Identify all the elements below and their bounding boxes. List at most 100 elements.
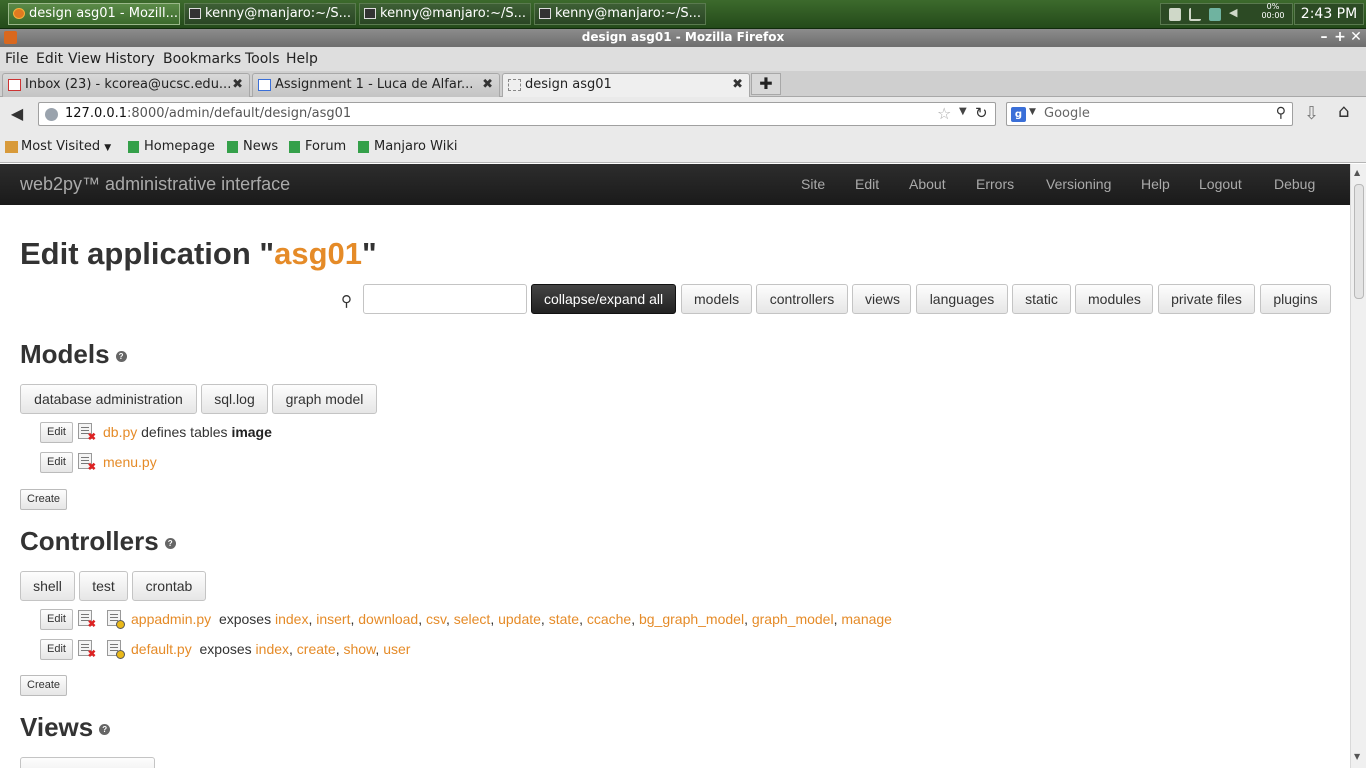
signal-icon[interactable] xyxy=(1189,8,1201,21)
delete-file-icon[interactable]: ✖ xyxy=(78,453,96,473)
test-button[interactable]: test xyxy=(79,571,128,601)
views-button[interactable]: views xyxy=(852,284,911,314)
sql-log-button[interactable]: sql.log xyxy=(201,384,268,414)
help-icon[interactable]: ? xyxy=(115,350,127,362)
page-scrollbar[interactable]: ▲ ▼ xyxy=(1350,164,1366,768)
bookmark-news[interactable]: News xyxy=(227,139,278,154)
scrollbar-thumb[interactable] xyxy=(1354,184,1364,299)
edit-appadmin-button[interactable]: Edit xyxy=(40,609,73,630)
shell-button[interactable]: shell xyxy=(20,571,75,601)
nav-versioning[interactable]: Versioning xyxy=(1046,176,1111,192)
create-controller-button[interactable]: Create xyxy=(20,675,68,696)
edit-db-button[interactable]: Edit xyxy=(40,422,73,443)
languages-button[interactable]: languages xyxy=(916,284,1008,314)
bookmark-forum[interactable]: Forum xyxy=(289,139,346,154)
graph-model-button[interactable]: graph model xyxy=(272,384,377,414)
clock[interactable]: 2:43 PM xyxy=(1294,3,1364,25)
back-arrow-icon[interactable]: ◀ xyxy=(6,103,28,125)
menu-bookmarks[interactable]: Bookmarks xyxy=(163,51,241,67)
menu-edit[interactable]: Edit xyxy=(36,51,63,67)
modules-button[interactable]: modules xyxy=(1075,284,1153,314)
exposed-function-link[interactable]: state xyxy=(549,611,579,627)
menu-view[interactable]: View xyxy=(68,51,101,67)
plugins-button[interactable]: plugins xyxy=(1260,284,1331,314)
close-window-button[interactable]: ✕ xyxy=(1348,29,1364,47)
exposed-function-link[interactable]: insert xyxy=(316,611,350,627)
taskbar-task-terminal-3[interactable]: kenny@manjaro:~/S... xyxy=(534,3,706,25)
bookmark-manjaro-wiki[interactable]: Manjaro Wiki xyxy=(358,139,457,154)
file-link-appadmin[interactable]: appadmin.py xyxy=(131,611,211,627)
search-icon[interactable]: ⚲ xyxy=(1276,105,1286,121)
exposed-function-link[interactable]: create xyxy=(297,641,336,657)
nav-site[interactable]: Site xyxy=(801,176,825,192)
scroll-down-icon[interactable]: ▼ xyxy=(1354,752,1360,761)
delete-file-icon[interactable]: ✖ xyxy=(78,640,96,660)
delete-file-icon[interactable]: ✖ xyxy=(78,423,96,443)
test-file-icon[interactable] xyxy=(107,640,125,659)
close-tab-icon[interactable]: ✖ xyxy=(232,74,243,96)
taskbar-task-terminal-1[interactable]: kenny@manjaro:~/S... xyxy=(184,3,356,25)
exposed-function-link[interactable]: update xyxy=(498,611,541,627)
exposed-function-link[interactable]: graph_model xyxy=(752,611,834,627)
url-text[interactable]: 127.0.0.1:8000/admin/default/design/asg0… xyxy=(65,106,351,121)
menu-help[interactable]: Help xyxy=(286,51,318,67)
exposed-function-link[interactable]: ccache xyxy=(587,611,631,627)
nav-edit[interactable]: Edit xyxy=(855,176,879,192)
url-bar[interactable]: 127.0.0.1:8000/admin/default/design/asg0… xyxy=(38,102,996,126)
exposed-function-link[interactable]: manage xyxy=(841,611,892,627)
exposed-function-link[interactable]: select xyxy=(454,611,491,627)
download-icon[interactable]: ⇩ xyxy=(1304,103,1319,124)
scroll-up-icon[interactable]: ▲ xyxy=(1354,168,1360,177)
maximize-button[interactable]: + xyxy=(1332,29,1348,47)
file-link-default[interactable]: default.py xyxy=(131,641,192,657)
reload-icon[interactable]: ↻ xyxy=(975,104,988,122)
network-icon[interactable] xyxy=(1209,8,1221,21)
volume-icon[interactable]: ◀ xyxy=(1229,6,1241,19)
exposed-function-link[interactable]: user xyxy=(383,641,410,657)
url-dropdown-icon[interactable]: ▼ xyxy=(959,106,967,117)
database-administration-button[interactable]: database administration xyxy=(20,384,197,414)
collapse-expand-all-button[interactable]: collapse/expand all xyxy=(531,284,676,314)
close-tab-icon[interactable]: ✖ xyxy=(482,74,493,96)
static-button[interactable]: static xyxy=(1012,284,1071,314)
controllers-button[interactable]: controllers xyxy=(756,284,848,314)
tab-design-asg01[interactable]: design asg01 ✖ xyxy=(502,73,750,98)
close-tab-icon[interactable]: ✖ xyxy=(732,74,743,96)
tab-inbox[interactable]: Inbox (23) - kcorea@ucsc.edu... ✖ xyxy=(2,73,250,97)
taskbar-task-firefox[interactable]: design asg01 - Mozill... xyxy=(8,3,180,25)
exposed-function-link[interactable]: show xyxy=(344,641,376,657)
search-bar[interactable]: g ▼ Google ⚲ xyxy=(1006,102,1293,126)
exposed-function-link[interactable]: bg_graph_model xyxy=(639,611,744,627)
crontab-button[interactable]: crontab xyxy=(132,571,206,601)
bookmark-star-icon[interactable]: ☆ xyxy=(937,104,951,123)
home-icon[interactable]: ⌂ xyxy=(1338,101,1349,122)
google-icon[interactable]: g xyxy=(1011,107,1026,122)
models-button[interactable]: models xyxy=(681,284,752,314)
nav-about[interactable]: About xyxy=(909,176,946,192)
nav-help[interactable]: Help xyxy=(1141,176,1170,192)
exposed-function-link[interactable]: download xyxy=(358,611,418,627)
delete-file-icon[interactable]: ✖ xyxy=(78,610,96,630)
site-brand[interactable]: web2py™ administrative interface xyxy=(20,174,290,195)
test-file-icon[interactable] xyxy=(107,610,125,629)
search-engine-dropdown-icon[interactable]: ▼ xyxy=(1029,107,1036,117)
new-tab-button[interactable]: ✚ xyxy=(751,73,781,95)
file-link-db[interactable]: db.py xyxy=(103,424,137,440)
exposed-function-link[interactable]: index xyxy=(256,641,289,657)
filter-input[interactable] xyxy=(363,284,527,314)
bookmark-most-visited[interactable]: Most Visited ▼ xyxy=(5,139,111,154)
bookmark-homepage[interactable]: Homepage xyxy=(128,139,215,154)
edit-menu-button[interactable]: Edit xyxy=(40,452,73,473)
menu-tools[interactable]: Tools xyxy=(245,51,280,67)
nav-errors[interactable]: Errors xyxy=(976,176,1014,192)
menu-file[interactable]: File xyxy=(5,51,28,67)
views-action-button[interactable] xyxy=(20,757,155,768)
taskbar-task-terminal-2[interactable]: kenny@manjaro:~/S... xyxy=(359,3,531,25)
minimize-button[interactable]: – xyxy=(1316,29,1332,47)
exposed-function-link[interactable]: csv xyxy=(426,611,446,627)
nav-logout[interactable]: Logout xyxy=(1199,176,1242,192)
clipboard-icon[interactable] xyxy=(1169,8,1181,21)
menu-history[interactable]: History xyxy=(105,51,155,67)
nav-debug[interactable]: Debug xyxy=(1274,176,1315,192)
private-files-button[interactable]: private files xyxy=(1158,284,1255,314)
